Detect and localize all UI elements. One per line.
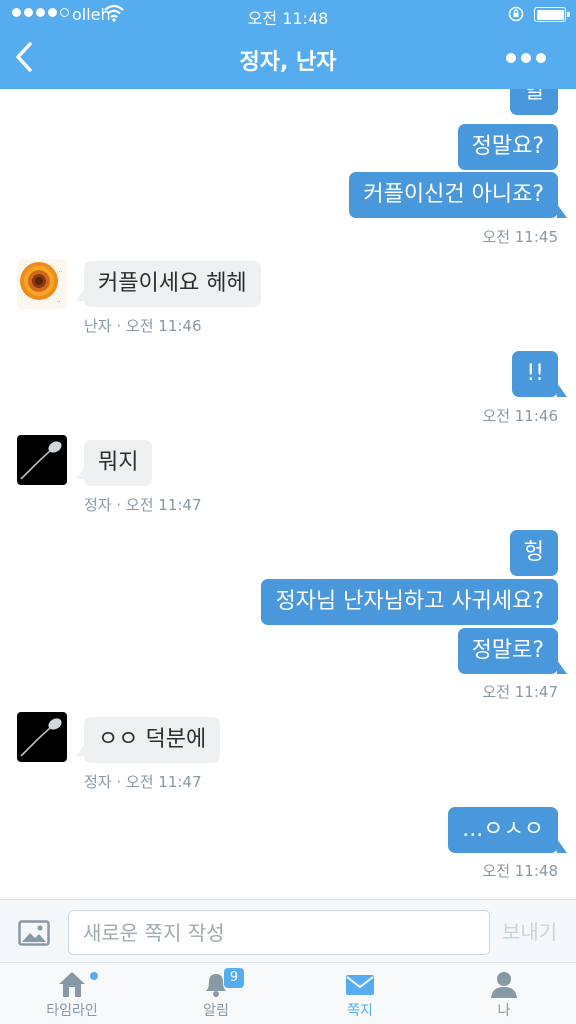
notification-count-badge: 9 [224, 968, 244, 988]
ellipsis-icon [506, 53, 516, 63]
more-options-button[interactable] [506, 50, 548, 66]
message-bubble-outgoing[interactable]: ...ㅇㅅㅇ [448, 807, 558, 853]
message-bubble-incoming[interactable]: 커플이세요 헤헤 [84, 261, 261, 307]
tab-timeline[interactable]: 타임라인 [0, 963, 144, 1024]
message-sender-timestamp: 정자 · 오전 11:47 [84, 773, 202, 791]
top-bar: olleh 오전 11:48 정자, 난자 [0, 0, 576, 89]
conversation-title: 정자, 난자 [239, 50, 337, 75]
message-timestamp: 오전 11:45 [482, 228, 558, 246]
tab-label: 알림 [203, 1003, 229, 1019]
message-bubble-outgoing[interactable]: 정말로? [457, 628, 558, 674]
message-thread[interactable]: 헐 정말요? 커플이신건 아니죠? 오전 11:45 ·· ·· 커플이세요 헤… [0, 89, 576, 899]
svg-text:··: ·· [59, 269, 63, 275]
message-bubble-incoming[interactable]: ㅇㅇ 덕분에 [84, 717, 221, 763]
status-time: 오전 11:48 [247, 9, 329, 28]
message-bubble-outgoing[interactable]: 정말요? [457, 124, 558, 170]
message-bubble-outgoing[interactable]: 정자님 난자님하고 사귀세요? [261, 579, 558, 625]
bubble-tail [557, 204, 567, 218]
avatar-jeongja[interactable] [17, 435, 67, 485]
tab-notifications[interactable]: 9 알림 [144, 963, 288, 1024]
tab-label: 타임라인 [46, 1003, 98, 1019]
new-content-indicator [90, 972, 98, 980]
tab-label: 쪽지 [347, 1003, 373, 1019]
message-bubble-incoming[interactable]: 뭐지 [84, 440, 153, 486]
avatar-jeongja[interactable] [17, 712, 67, 762]
tab-bar: 타임라인 9 알림 쪽지 나 [0, 963, 576, 1024]
rotation-lock-icon [508, 6, 524, 22]
tab-me[interactable]: 나 [432, 963, 576, 1024]
avatar-nanja[interactable]: ·· ·· [17, 259, 67, 309]
egg-cell-avatar-icon: ·· ·· [17, 259, 67, 309]
status-bar: olleh 오전 11:48 [0, 0, 576, 30]
bubble-tail [557, 839, 567, 853]
bubble-tail [557, 660, 567, 674]
message-timestamp: 오전 11:48 [482, 862, 558, 880]
bubble-tail [557, 383, 567, 397]
message-timestamp: 오전 11:47 [482, 683, 558, 701]
send-button[interactable]: 보내기 [502, 916, 557, 945]
sperm-cell-avatar-icon [17, 435, 67, 485]
person-icon [491, 972, 517, 998]
message-sender-timestamp: 정자 · 오전 11:47 [84, 496, 202, 514]
message-input[interactable] [68, 910, 490, 955]
sperm-cell-avatar-icon [17, 712, 67, 762]
message-bubble-outgoing[interactable]: !! [512, 351, 558, 397]
image-icon[interactable] [18, 920, 50, 946]
envelope-icon [346, 975, 374, 995]
svg-text:··: ·· [57, 299, 61, 305]
message-sender-timestamp: 난자 · 오전 11:46 [84, 317, 202, 335]
tab-label: 나 [497, 1003, 511, 1019]
message-composer: 보내기 [0, 899, 576, 963]
message-bubble-outgoing[interactable]: 헝 [509, 530, 558, 576]
message-bubble-outgoing[interactable]: 헐 [509, 89, 558, 115]
message-bubble-outgoing[interactable]: 커플이신건 아니죠? [349, 172, 558, 218]
home-icon [59, 972, 85, 997]
tab-messages[interactable]: 쪽지 [288, 963, 432, 1024]
battery-icon [534, 7, 570, 22]
message-timestamp: 오전 11:46 [482, 407, 558, 425]
